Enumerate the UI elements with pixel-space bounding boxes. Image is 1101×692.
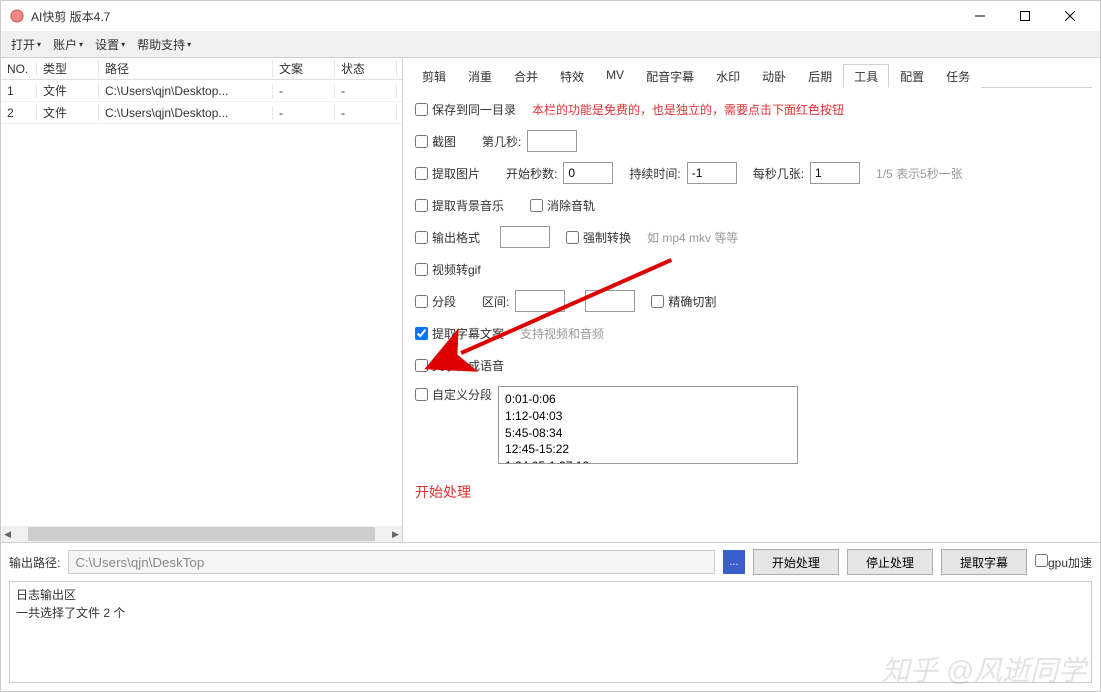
save-same-dir-checkbox[interactable]: 保存到同一目录: [415, 101, 516, 118]
menu-settings[interactable]: 设置▾: [89, 32, 131, 57]
range-to-input[interactable]: [585, 290, 635, 312]
tab-任务[interactable]: 任务: [935, 64, 981, 88]
tab-配置[interactable]: 配置: [889, 64, 935, 88]
nth-second-input[interactable]: [527, 130, 577, 152]
tab-剪辑[interactable]: 剪辑: [411, 64, 457, 88]
tab-配音字幕[interactable]: 配音字幕: [635, 64, 705, 88]
remove-audio-checkbox[interactable]: 消除音轨: [530, 197, 595, 214]
table-row[interactable]: 1文件C:\Users\qjn\Desktop...--: [1, 80, 402, 102]
chevron-down-icon: ▾: [37, 40, 41, 49]
nth-second-label: 第几秒:: [482, 133, 521, 150]
minimize-button[interactable]: [957, 1, 1002, 31]
save-hint: 本栏的功能是免费的，也是独立的，需要点击下面红色按钮: [532, 101, 844, 118]
log-title: 日志输出区: [16, 586, 1085, 604]
menu-account[interactable]: 账户▾: [47, 32, 89, 57]
col-no[interactable]: NO.: [1, 62, 37, 76]
tab-消重[interactable]: 消重: [457, 64, 503, 88]
duration-input[interactable]: [687, 162, 737, 184]
screenshot-checkbox[interactable]: 截图: [415, 133, 456, 150]
segment-checkbox[interactable]: 分段: [415, 293, 456, 310]
tab-水印[interactable]: 水印: [705, 64, 751, 88]
browse-button[interactable]: ...: [723, 550, 745, 574]
per-sec-hint: 1/5 表示5秒一张: [876, 165, 963, 182]
video-gif-checkbox[interactable]: 视频转gif: [415, 261, 481, 278]
fmt-hint: 如 mp4 mkv 等等: [647, 229, 738, 246]
chevron-down-icon: ▾: [187, 40, 191, 49]
table-row[interactable]: 2文件C:\Users\qjn\Desktop...--: [1, 102, 402, 124]
extract-bgm-checkbox[interactable]: 提取背景音乐: [415, 197, 504, 214]
extract-img-checkbox[interactable]: 提取图片: [415, 165, 480, 182]
app-icon: [9, 8, 25, 24]
log-output[interactable]: 日志输出区 一共选择了文件 2 个: [9, 581, 1092, 683]
col-stat[interactable]: 状态: [335, 60, 397, 77]
gpu-checkbox[interactable]: gpu加速: [1035, 554, 1092, 571]
out-path-label: 输出路径:: [9, 554, 60, 571]
scroll-right-icon[interactable]: ▶: [389, 529, 402, 540]
log-line: 一共选择了文件 2 个: [16, 604, 1085, 622]
maximize-button[interactable]: [1002, 1, 1047, 31]
precise-cut-checkbox[interactable]: 精确切割: [651, 293, 716, 310]
col-type[interactable]: 类型: [37, 60, 99, 77]
per-sec-label: 每秒几张:: [753, 165, 804, 182]
tab-合并[interactable]: 合并: [503, 64, 549, 88]
col-path[interactable]: 路径: [99, 60, 273, 77]
annotation-arrow: [411, 88, 1092, 542]
out-fmt-input[interactable]: [500, 226, 550, 248]
sub-hint: 支持视频和音频: [520, 325, 604, 342]
extract-sub-checkbox[interactable]: 提取字幕文案: [415, 325, 504, 342]
out-fmt-checkbox[interactable]: 输出格式: [415, 229, 480, 246]
file-table-header: NO. 类型 路径 文案 状态: [1, 58, 402, 80]
tab-后期[interactable]: 后期: [797, 64, 843, 88]
close-button[interactable]: [1047, 1, 1092, 31]
scroll-left-icon[interactable]: ◀: [1, 529, 14, 540]
range-from-input[interactable]: [515, 290, 565, 312]
tab-工具[interactable]: 工具: [843, 64, 889, 88]
chevron-down-icon: ▾: [79, 40, 83, 49]
range-sep: --: [571, 294, 579, 308]
range-label: 区间:: [482, 293, 509, 310]
col-wen[interactable]: 文案: [273, 60, 335, 77]
force-conv-checkbox[interactable]: 强制转换: [566, 229, 631, 246]
start-sec-input[interactable]: [563, 162, 613, 184]
chevron-down-icon: ▾: [121, 40, 125, 49]
per-sec-input[interactable]: [810, 162, 860, 184]
out-path-input[interactable]: [68, 550, 715, 574]
menu-help[interactable]: 帮助支持▾: [131, 32, 197, 57]
tab-动卧[interactable]: 动卧: [751, 64, 797, 88]
custom-seg-textarea[interactable]: [498, 386, 798, 464]
h-scrollbar[interactable]: ◀ ▶: [1, 526, 402, 542]
tts-checkbox[interactable]: 文字合成语音: [415, 357, 504, 374]
start-process-link[interactable]: 开始处理: [415, 482, 471, 502]
start-sec-label: 开始秒数:: [506, 165, 557, 182]
window-title: AI快剪 版本4.7: [31, 8, 957, 25]
scroll-thumb[interactable]: [28, 527, 375, 541]
tab-MV[interactable]: MV: [595, 64, 635, 88]
extract-sub-button[interactable]: 提取字幕: [941, 549, 1027, 575]
stop-button[interactable]: 停止处理: [847, 549, 933, 575]
duration-label: 持续时间:: [629, 165, 680, 182]
custom-seg-checkbox[interactable]: 自定义分段: [415, 386, 492, 403]
start-button[interactable]: 开始处理: [753, 549, 839, 575]
menu-open[interactable]: 打开▾: [5, 32, 47, 57]
tab-特效[interactable]: 特效: [549, 64, 595, 88]
